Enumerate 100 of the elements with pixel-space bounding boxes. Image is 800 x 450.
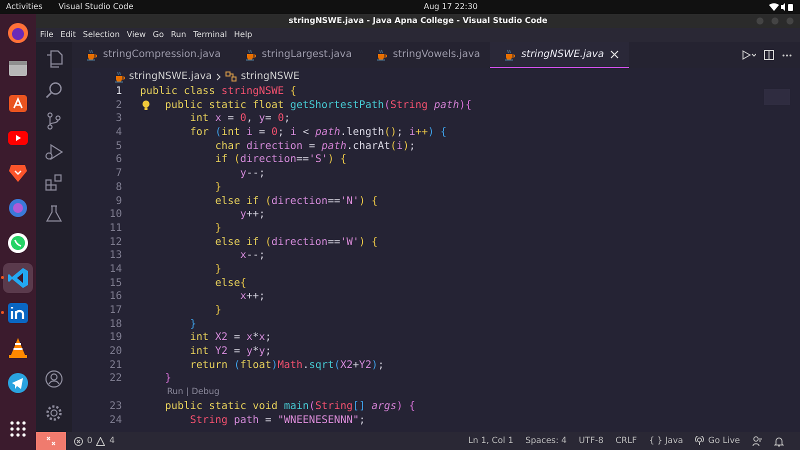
line-number: 11 xyxy=(108,222,122,236)
coffee-cup-icon xyxy=(114,70,125,82)
window-title: stringNSWE.java - Java Apna College - Visual Studio Code xyxy=(288,15,548,27)
menu-item[interactable]: Help xyxy=(234,29,252,41)
line-number: 19 xyxy=(108,331,122,346)
line-number: 3 xyxy=(114,112,122,126)
traffic-cone-icon xyxy=(6,336,30,360)
menu-item[interactable]: Selection xyxy=(82,29,120,41)
code-line: int X2 = x*x; xyxy=(189,331,272,346)
problems-status[interactable]: 0 4 xyxy=(74,434,115,448)
dock-item[interactable] xyxy=(3,263,33,293)
remote-icon xyxy=(46,436,56,446)
code-line: } xyxy=(164,372,172,386)
menu-item[interactable]: File xyxy=(40,29,54,41)
extensions-icon[interactable] xyxy=(45,174,63,192)
line-number: 23 xyxy=(108,400,122,414)
code-line: y--; xyxy=(239,167,266,181)
line-number: 22 xyxy=(108,372,122,386)
line-number: 9 xyxy=(114,194,122,208)
breadcrumb-item[interactable]: stringNSWE.java xyxy=(129,69,212,84)
coffee-cup-icon xyxy=(504,48,516,60)
line-number: 12 xyxy=(108,236,122,250)
code-line: } xyxy=(189,318,196,332)
code-line: y++; xyxy=(239,208,266,222)
lightbulb-icon[interactable] xyxy=(142,100,150,110)
line-number: 16 xyxy=(108,290,122,304)
error-icon xyxy=(74,436,83,446)
system-tray-icon[interactable] xyxy=(768,2,794,12)
split-editor-icon[interactable] xyxy=(764,50,774,60)
bell-icon[interactable] xyxy=(774,436,784,446)
class-symbol-icon xyxy=(224,71,237,82)
line-number: 24 xyxy=(108,414,122,428)
line-number: 6 xyxy=(114,153,122,168)
search-icon[interactable] xyxy=(45,81,63,99)
line-number: 7 xyxy=(114,167,122,181)
warning-icon xyxy=(96,436,106,446)
line-number: 1 xyxy=(114,85,122,99)
code-lens[interactable]: Run | Debug xyxy=(167,386,220,400)
menu-item[interactable]: View xyxy=(126,29,146,41)
code-line: for (int i = 0; i < path.length(); i++) { xyxy=(189,126,447,140)
settings-icon[interactable] xyxy=(45,404,63,422)
code-line: if (direction=='S') { xyxy=(214,153,346,168)
app-menu[interactable]: Visual Studio Code xyxy=(58,1,134,13)
branch-icon[interactable] xyxy=(45,112,63,130)
menu-item[interactable]: Go xyxy=(152,29,164,41)
line-number: 14 xyxy=(108,262,122,277)
status-item[interactable]: Go Live xyxy=(695,434,740,448)
line-number: 15 xyxy=(108,276,122,290)
account-icon[interactable] xyxy=(45,370,63,388)
clock[interactable]: Aug 17 22:30 xyxy=(424,1,478,13)
editor-tab[interactable]: stringCompression.java xyxy=(72,42,231,68)
status-item[interactable]: { } Java xyxy=(648,434,684,448)
code-line: else if (direction=='N') { xyxy=(214,194,378,208)
coffee-cup-icon xyxy=(86,48,97,60)
run-debug-icon[interactable] xyxy=(45,143,63,161)
line-number: 13 xyxy=(108,249,122,263)
editor-tab[interactable]: stringLargest.java xyxy=(230,42,362,68)
flask-icon[interactable] xyxy=(45,205,63,223)
activities-button[interactable]: Activities xyxy=(6,1,42,13)
status-item[interactable]: UTF-8 xyxy=(578,434,604,448)
status-item[interactable]: Ln 1, Col 1 xyxy=(468,434,514,448)
files-icon[interactable] xyxy=(45,50,63,68)
code-line: } xyxy=(214,304,222,318)
line-number: 21 xyxy=(108,358,122,372)
code-line: x++; xyxy=(239,290,266,304)
menu-item[interactable]: Terminal xyxy=(193,29,227,41)
broadcast-icon xyxy=(695,436,704,446)
status-item[interactable]: Spaces: 4 xyxy=(525,434,567,448)
code-line: public static void main(String[] args) { xyxy=(164,400,416,414)
code-line: char direction = path.charAt(i); xyxy=(214,140,416,154)
run-icon[interactable] xyxy=(742,50,756,60)
line-number: 5 xyxy=(114,140,122,154)
editor-tab[interactable]: stringVowels.java xyxy=(362,42,490,68)
status-item[interactable]: CRLF xyxy=(615,434,637,448)
coffee-cup-icon xyxy=(244,48,256,60)
menu-item[interactable]: Edit xyxy=(60,29,76,41)
more-icon[interactable] xyxy=(782,54,792,56)
code-line: public class stringNSWE { xyxy=(140,85,296,99)
breadcrumb-item[interactable]: stringNSWE xyxy=(240,69,300,84)
code-line: } xyxy=(214,222,222,236)
code-line: String path = "WNEENESENNN"; xyxy=(189,414,366,428)
editor-tab[interactable]: stringNSWE.java xyxy=(490,42,630,68)
code-line: public static float getShortestPath(String path){ xyxy=(140,98,472,112)
line-number: 2 xyxy=(114,98,122,112)
code-line: } xyxy=(214,262,222,277)
line-number: 20 xyxy=(108,345,122,359)
code-line: int x = 0, y= 0; xyxy=(189,112,290,126)
close-icon[interactable] xyxy=(610,50,620,59)
line-number: 8 xyxy=(114,180,122,194)
coffee-cup-icon xyxy=(376,48,387,60)
line-number: 4 xyxy=(114,126,122,140)
chevron-icon xyxy=(216,72,221,80)
paper-plane-icon xyxy=(6,371,30,395)
person-icon[interactable] xyxy=(752,436,762,446)
line-number: 17 xyxy=(108,304,122,318)
code-line: else{ xyxy=(214,276,246,290)
line-number: 10 xyxy=(108,208,122,222)
menu-item[interactable]: Run xyxy=(170,29,186,41)
phone-bubble-icon xyxy=(6,231,30,255)
code-line: return (float)Math.sqrt(X2+Y2); xyxy=(189,358,384,372)
